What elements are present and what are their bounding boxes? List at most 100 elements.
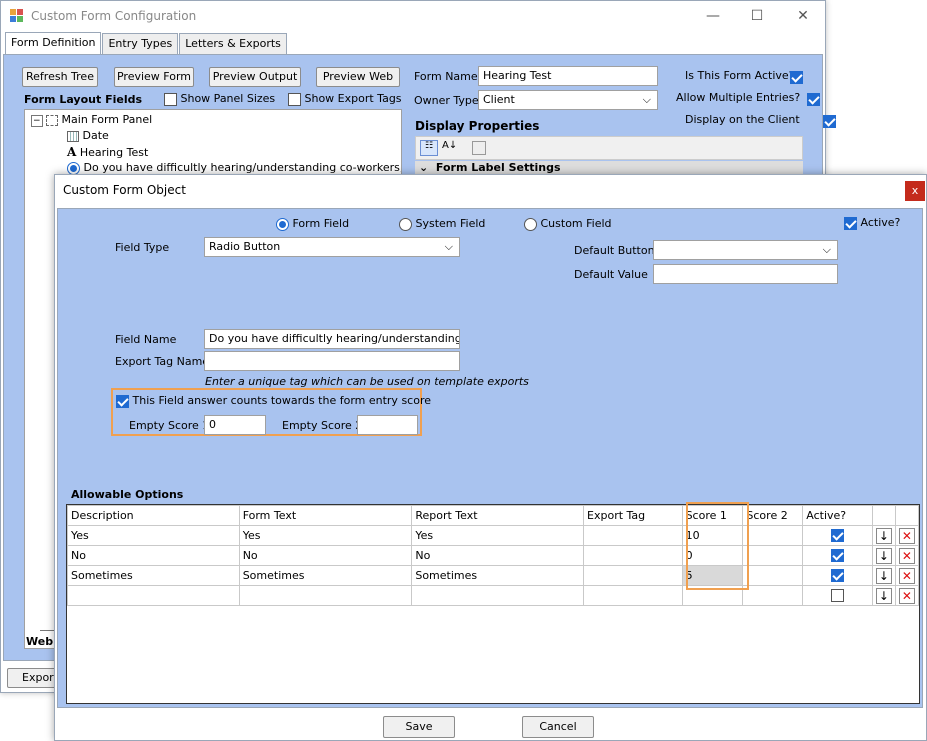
tab-entry-types[interactable]: Entry Types bbox=[102, 33, 179, 55]
move-down-cell: ↓ bbox=[871, 525, 896, 546]
close-icon[interactable]: ✕ bbox=[783, 1, 823, 31]
field-type-label: Field Type bbox=[115, 241, 170, 254]
export-tag-cell[interactable] bbox=[583, 525, 683, 546]
description-cell[interactable]: Yes bbox=[67, 525, 240, 546]
field-name-input[interactable]: Do you have difficultly hearing/understa… bbox=[204, 329, 460, 349]
property-pages-icon[interactable] bbox=[472, 141, 486, 155]
checkbox-icon bbox=[831, 569, 845, 583]
tree-item-hearing-test[interactable]: A Hearing Test bbox=[67, 145, 148, 159]
export-button[interactable]: Export bbox=[7, 668, 58, 688]
export-tag-input[interactable] bbox=[204, 351, 460, 371]
cancel-button[interactable]: Cancel bbox=[522, 716, 594, 738]
minimize-icon[interactable]: — bbox=[693, 1, 733, 31]
empty-score1-input[interactable]: 0 bbox=[204, 415, 266, 435]
delete-icon[interactable]: ✕ bbox=[898, 587, 915, 604]
active-cell[interactable] bbox=[802, 525, 873, 546]
active-cell[interactable] bbox=[802, 585, 873, 606]
score2-cell[interactable] bbox=[742, 525, 804, 546]
allow-multiple-checkbox[interactable] bbox=[806, 92, 820, 106]
tab-form-definition[interactable]: Form Definition bbox=[5, 32, 102, 54]
active-checkbox[interactable]: Active? bbox=[844, 216, 900, 230]
display-on-client-label: Display on the Client bbox=[685, 113, 800, 126]
report-text-cell[interactable] bbox=[411, 585, 585, 606]
checkbox-icon bbox=[288, 92, 301, 106]
radio-icon bbox=[399, 217, 412, 231]
maximize-icon[interactable]: ☐ bbox=[737, 1, 777, 31]
score-counts-checkbox[interactable]: This Field answer counts towards the for… bbox=[116, 394, 431, 408]
report-text-cell[interactable]: Sometimes bbox=[411, 565, 585, 586]
table-row[interactable]: No No No 0 ↓ ✕ bbox=[67, 545, 920, 566]
expand-icon: ⌄ bbox=[419, 161, 429, 174]
tree-root[interactable]: − Main Form Panel bbox=[31, 113, 152, 127]
form-text-cell[interactable] bbox=[238, 585, 413, 606]
arrow-down-icon[interactable]: ↓ bbox=[875, 567, 892, 584]
refresh-tree-button[interactable]: Refresh Tree bbox=[22, 67, 98, 87]
is-form-active-checkbox[interactable] bbox=[790, 70, 803, 84]
form-text-cell[interactable]: Yes bbox=[238, 525, 413, 546]
description-cell[interactable] bbox=[67, 585, 240, 606]
column-header[interactable]: Active? bbox=[802, 505, 873, 526]
tree-item-question[interactable]: Do you have difficultly hearing/understa… bbox=[67, 161, 401, 175]
form-name-input[interactable]: Hearing Test bbox=[478, 66, 658, 86]
form-field-radio[interactable]: Form Field bbox=[276, 217, 349, 231]
description-cell[interactable]: Sometimes bbox=[67, 565, 240, 586]
tab-letters-exports[interactable]: Letters & Exports bbox=[179, 33, 287, 55]
table-row-new[interactable]: ↓ ✕ bbox=[67, 585, 920, 606]
field-type-select[interactable]: Radio Button ⌵ bbox=[204, 237, 460, 257]
delete-icon[interactable]: ✕ bbox=[898, 527, 915, 544]
tree-item-date[interactable]: Date bbox=[67, 129, 109, 142]
move-down-cell: ↓ bbox=[871, 565, 896, 586]
is-form-active-label: Is This Form Active? bbox=[685, 69, 795, 82]
report-text-cell[interactable]: No bbox=[411, 545, 585, 566]
categorized-icon[interactable]: ☷ bbox=[420, 140, 438, 156]
export-tag-cell[interactable] bbox=[583, 565, 683, 586]
show-export-tags-checkbox[interactable]: Show Export Tags bbox=[288, 92, 402, 106]
default-value-input[interactable] bbox=[653, 264, 838, 284]
preview-output-button[interactable]: Preview Output bbox=[209, 67, 301, 87]
column-header[interactable]: Form Text bbox=[238, 505, 413, 526]
preview-web-button[interactable]: Preview Web bbox=[316, 67, 400, 87]
dialog-body: Form Field System Field Custom Field Act… bbox=[57, 208, 923, 708]
display-on-client-checkbox[interactable] bbox=[823, 114, 836, 128]
arrow-down-icon[interactable]: ↓ bbox=[875, 547, 892, 564]
column-header[interactable]: Report Text bbox=[411, 505, 585, 526]
description-cell[interactable]: No bbox=[67, 545, 240, 566]
column-header[interactable]: Score 2 bbox=[742, 505, 804, 526]
tab-strip: Form Definition Entry Types Letters & Ex… bbox=[5, 32, 288, 55]
sort-alpha-icon[interactable]: A↓ bbox=[442, 140, 457, 151]
collapse-icon[interactable]: − bbox=[31, 115, 43, 127]
form-text-cell[interactable]: Sometimes bbox=[238, 565, 413, 586]
column-header[interactable]: Export Tag bbox=[583, 505, 683, 526]
active-cell[interactable] bbox=[802, 545, 873, 566]
chevron-down-icon: ⌵ bbox=[642, 93, 651, 106]
export-tag-cell[interactable] bbox=[583, 545, 683, 566]
system-field-radio[interactable]: System Field bbox=[399, 217, 485, 231]
custom-form-object-dialog: Custom Form Object x Form Field System F… bbox=[54, 174, 927, 741]
export-tag-cell[interactable] bbox=[583, 585, 683, 606]
save-button[interactable]: Save bbox=[383, 716, 455, 738]
table-row[interactable]: Yes Yes Yes 10 ↓ ✕ bbox=[67, 525, 920, 546]
score2-cell[interactable] bbox=[742, 545, 804, 566]
preview-form-button[interactable]: Preview Form bbox=[114, 67, 194, 87]
report-text-cell[interactable]: Yes bbox=[411, 525, 585, 546]
column-header bbox=[894, 505, 920, 526]
form-label-settings-row[interactable]: ⌄ Form Label Settings bbox=[415, 161, 803, 175]
form-text-cell[interactable]: No bbox=[238, 545, 413, 566]
empty-score2-input[interactable] bbox=[357, 415, 418, 435]
owner-type-select[interactable]: Client ⌵ bbox=[478, 90, 658, 110]
show-panel-sizes-checkbox[interactable]: Show Panel Sizes bbox=[164, 92, 275, 106]
score1-highlight-box bbox=[686, 502, 749, 590]
score2-cell[interactable] bbox=[742, 585, 804, 606]
active-cell[interactable] bbox=[802, 565, 873, 586]
delete-icon[interactable]: ✕ bbox=[898, 567, 915, 584]
delete-icon[interactable]: ✕ bbox=[898, 547, 915, 564]
allowable-options-label: Allowable Options bbox=[71, 488, 184, 501]
default-button-select[interactable]: ⌵ bbox=[653, 240, 838, 260]
arrow-down-icon[interactable]: ↓ bbox=[875, 587, 892, 604]
column-header[interactable]: Description bbox=[67, 505, 240, 526]
arrow-down-icon[interactable]: ↓ bbox=[875, 527, 892, 544]
custom-field-radio[interactable]: Custom Field bbox=[524, 217, 612, 231]
close-icon[interactable]: x bbox=[905, 181, 925, 201]
score2-cell[interactable] bbox=[742, 565, 804, 586]
table-row[interactable]: Sometimes Sometimes Sometimes 5 ↓ ✕ bbox=[67, 565, 920, 586]
